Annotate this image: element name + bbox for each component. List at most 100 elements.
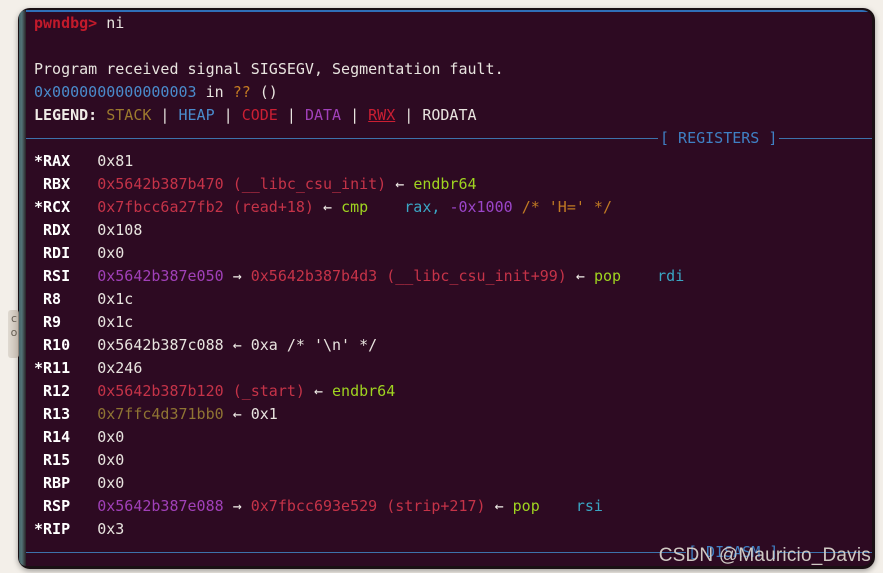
register-value-2: 0x5642b387b4d3	[250, 267, 378, 285]
legend-item-heap: HEAP	[178, 106, 215, 124]
register-row: RBX 0x5642b387b470 (__libc_csu_init) ← e…	[26, 173, 872, 196]
register-star: *	[34, 359, 44, 377]
register-row: R9 0x1c	[26, 311, 872, 334]
left-arrow-icon: ←	[494, 497, 504, 515]
value-comment: /* '\n' */	[286, 336, 378, 354]
legend-label: LEGEND:	[34, 106, 98, 124]
register-row: RDX 0x108	[26, 219, 872, 242]
register-star: *	[34, 520, 44, 538]
register-value: 0x0	[97, 474, 125, 492]
signal-text: Program received signal SIGSEGV, Segment…	[34, 60, 504, 78]
legend-line: LEGEND: STACK | HEAP | CODE | DATA | RWX…	[34, 106, 477, 124]
instruction-mnemonic: cmp	[341, 198, 369, 216]
instruction-mnemonic: endbr64	[413, 175, 477, 193]
register-star	[34, 451, 43, 469]
register-row: R15 0x0	[26, 449, 872, 472]
registers-separator: [ REGISTERS ]	[26, 127, 872, 150]
register-name: R10	[43, 336, 71, 354]
legend-item-data: DATA	[304, 106, 342, 124]
screenshot-root: co pwndbg> ni Program received signal SI…	[0, 0, 883, 573]
register-name: R9	[43, 313, 62, 331]
right-arrow-icon: →	[232, 497, 242, 515]
register-row: RBP 0x0	[26, 472, 872, 495]
register-value: 0x5642b387b470	[97, 175, 224, 193]
frame-function: ??	[232, 83, 251, 101]
register-row: RSI 0x5642b387e050 → 0x5642b387b4d3 (__l…	[26, 265, 872, 288]
registers-tag: [ REGISTERS ]	[658, 127, 780, 150]
frame-in-keyword: in	[205, 83, 224, 101]
register-star	[34, 497, 43, 515]
register-value: 0x1c	[97, 290, 134, 308]
register-name: RDX	[43, 221, 71, 239]
register-value: 0x1c	[97, 313, 134, 331]
register-value: 0x7fbcc6a27fb2	[97, 198, 224, 216]
register-row: R13 0x7ffc4d371bb0 ← 0x1	[26, 403, 872, 426]
register-name: R11	[43, 359, 71, 377]
register-star	[34, 428, 43, 446]
scrollbar-labels: co	[10, 312, 18, 339]
register-star	[34, 267, 43, 285]
left-arrow-icon: ←	[395, 175, 405, 193]
register-row: RDI 0x0	[26, 242, 872, 265]
register-name: RSP	[43, 497, 71, 515]
register-name: RDI	[43, 244, 71, 262]
register-value: 0x0	[97, 428, 125, 446]
register-value: 0x5642b387e088	[97, 497, 224, 515]
pwndbg-prompt: pwndbg>	[34, 14, 98, 32]
register-row: RSP 0x5642b387e088 → 0x7fbcc693e529 (str…	[26, 495, 872, 518]
entered-command: ni	[106, 14, 125, 32]
register-name: RBP	[43, 474, 71, 492]
register-symbol: (__libc_csu_init)	[232, 175, 387, 193]
register-row: *R11 0x246	[26, 357, 872, 380]
register-star	[34, 313, 43, 331]
register-star	[34, 336, 43, 354]
register-name: R13	[43, 405, 71, 423]
register-value: 0x0	[97, 451, 125, 469]
left-arrow-icon: ←	[232, 405, 242, 423]
instruction-operand-1: rsi	[575, 497, 603, 515]
register-star	[34, 474, 43, 492]
left-arrow-icon: ←	[313, 382, 323, 400]
legend-item-rwx: RWX	[368, 106, 396, 124]
register-name: RSI	[43, 267, 71, 285]
register-value: 0x5642b387b120	[97, 382, 224, 400]
register-row: *RAX 0x81	[26, 150, 872, 173]
left-arrow-icon: ←	[232, 336, 242, 354]
register-value-2: 0x7fbcc693e529	[250, 497, 378, 515]
register-row: R12 0x5642b387b120 (_start) ← endbr64	[26, 380, 872, 403]
terminal-output[interactable]: pwndbg> ni Program received signal SIGSE…	[26, 10, 872, 566]
instruction-operand-1: rax,	[404, 198, 441, 216]
register-value: 0x7ffc4d371bb0	[97, 405, 224, 423]
instruction-comment: /* 'H=' */	[521, 198, 612, 216]
register-name: R14	[43, 428, 71, 446]
register-row: R14 0x0	[26, 426, 872, 449]
instruction-mnemonic: pop	[512, 497, 540, 515]
legend-item-code: CODE	[241, 106, 278, 124]
register-symbol: (_start)	[232, 382, 305, 400]
register-row: R10 0x5642b387c088 ← 0xa /* '\n' */	[26, 334, 872, 357]
legend-item-rodata: RODATA	[422, 106, 477, 124]
dereferenced-value: 0xa	[250, 336, 278, 354]
register-value: 0x108	[97, 221, 143, 239]
instruction-operand-2: -0x1000	[449, 198, 513, 216]
register-value: 0x3	[97, 520, 125, 538]
frame-parens: ()	[259, 83, 278, 101]
register-row: *RIP 0x3	[26, 518, 872, 541]
register-star	[34, 290, 43, 308]
register-symbol: (__libc_csu_init+99)	[386, 267, 567, 285]
register-name: R8	[43, 290, 62, 308]
frame-address: 0x0000000000000003	[34, 83, 197, 101]
legend-item-stack: STACK	[106, 106, 152, 124]
instruction-mnemonic: pop	[593, 267, 622, 285]
register-name: R12	[43, 382, 71, 400]
register-star	[34, 244, 43, 262]
register-star	[34, 382, 43, 400]
register-symbol: (strip+217)	[386, 497, 486, 515]
left-arrow-icon: ←	[323, 198, 333, 216]
instruction-operand-1: rdi	[657, 267, 685, 285]
register-name: R15	[43, 451, 71, 469]
register-star	[34, 405, 43, 423]
csdn-watermark: CSDN @Mauricio_Davis	[658, 545, 871, 566]
frame-line: 0x0000000000000003 in ?? ()	[26, 81, 872, 104]
